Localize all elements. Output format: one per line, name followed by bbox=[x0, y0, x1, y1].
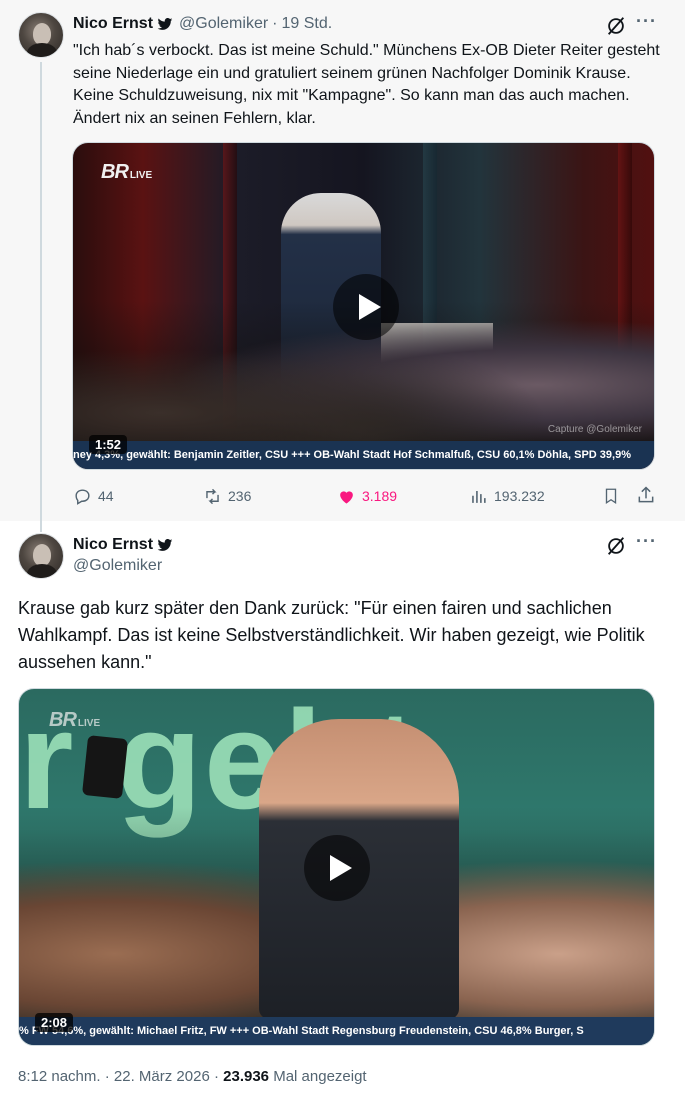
video-player[interactable]: r geht BR LIVE % FW 54,6%, gewählt: Micha… bbox=[18, 688, 655, 1046]
tweet-1[interactable]: Nico Ernst @Golemiker · 19 Std. ··· "Ich… bbox=[0, 0, 685, 532]
play-button[interactable] bbox=[333, 274, 399, 340]
bookmark-icon[interactable] bbox=[602, 486, 620, 506]
view-count: 23.936 bbox=[223, 1068, 270, 1085]
views-button[interactable]: 193.232 bbox=[469, 484, 545, 508]
tweet-time[interactable]: 19 Std. bbox=[282, 15, 333, 33]
video-player[interactable]: BR LIVE Capture @Golemiker ney 4,3%, gewä… bbox=[72, 142, 655, 470]
avatar[interactable] bbox=[18, 533, 64, 579]
separator: · bbox=[213, 1068, 219, 1085]
more-options-icon[interactable]: ··· bbox=[636, 11, 657, 32]
heart-icon bbox=[340, 490, 353, 504]
share-icon[interactable] bbox=[636, 485, 656, 505]
tweet-1-header: Nico Ernst @Golemiker · 19 Std. bbox=[73, 14, 332, 34]
author-name[interactable]: Nico Ernst bbox=[73, 536, 153, 554]
br-live-logo: BR LIVE bbox=[101, 161, 153, 183]
thread-line bbox=[40, 62, 42, 532]
video-duration: 1:52 bbox=[89, 435, 128, 454]
post-time[interactable]: 8:12 nachm. bbox=[18, 1068, 101, 1085]
author-name[interactable]: Nico Ernst bbox=[73, 15, 153, 33]
repost-button[interactable]: 236 bbox=[203, 484, 251, 508]
like-count: 3.189 bbox=[362, 488, 398, 504]
separator: · bbox=[104, 1068, 110, 1085]
views-label: Mal angezeigt bbox=[273, 1068, 367, 1085]
like-button[interactable]: 3.189 bbox=[337, 484, 397, 508]
grok-icon[interactable] bbox=[605, 15, 627, 37]
tweet-text: Krause gab kurz später den Dank zurück: … bbox=[18, 598, 645, 672]
reply-icon bbox=[75, 488, 90, 505]
reply-count: 44 bbox=[98, 488, 114, 504]
author-handle[interactable]: @Golemiker bbox=[179, 15, 268, 33]
repost-icon bbox=[206, 488, 219, 504]
reply-button[interactable]: 44 bbox=[73, 484, 114, 508]
tweet-footer: 8:12 nachm. · 22. März 2026 · 23.936 Mal… bbox=[18, 1068, 367, 1085]
news-ticker: ney 4,3%, gewählt: Benjamin Zeitler, CSU… bbox=[73, 441, 654, 469]
news-ticker: % FW 54,6%, gewählt: Michael Fritz, FW +… bbox=[19, 1017, 654, 1045]
avatar[interactable] bbox=[18, 12, 64, 58]
post-date[interactable]: 22. März 2026 bbox=[114, 1068, 210, 1085]
repost-count: 236 bbox=[228, 488, 252, 504]
verified-bird-icon bbox=[157, 18, 173, 30]
more-options-icon[interactable]: ··· bbox=[636, 531, 657, 552]
capture-watermark: Capture @Golemiker bbox=[547, 424, 642, 435]
author-handle[interactable]: @Golemiker bbox=[73, 557, 162, 575]
verified-bird-icon bbox=[157, 539, 173, 551]
tweet-2-header: Nico Ernst bbox=[73, 535, 179, 555]
tweet-text: "Ich hab´s verbockt. Das ist meine Schul… bbox=[73, 42, 660, 127]
phone-in-hand bbox=[81, 735, 129, 799]
br-live-logo: BR LIVE bbox=[49, 709, 101, 731]
play-button[interactable] bbox=[304, 835, 370, 901]
video-duration: 2:08 bbox=[35, 1013, 74, 1032]
view-count: 193.232 bbox=[494, 488, 545, 504]
separator: · bbox=[272, 15, 278, 32]
views-chart-icon bbox=[472, 490, 486, 503]
grok-icon[interactable] bbox=[605, 535, 627, 557]
action-bar: 44 236 3.189 193.232 bbox=[73, 484, 658, 508]
